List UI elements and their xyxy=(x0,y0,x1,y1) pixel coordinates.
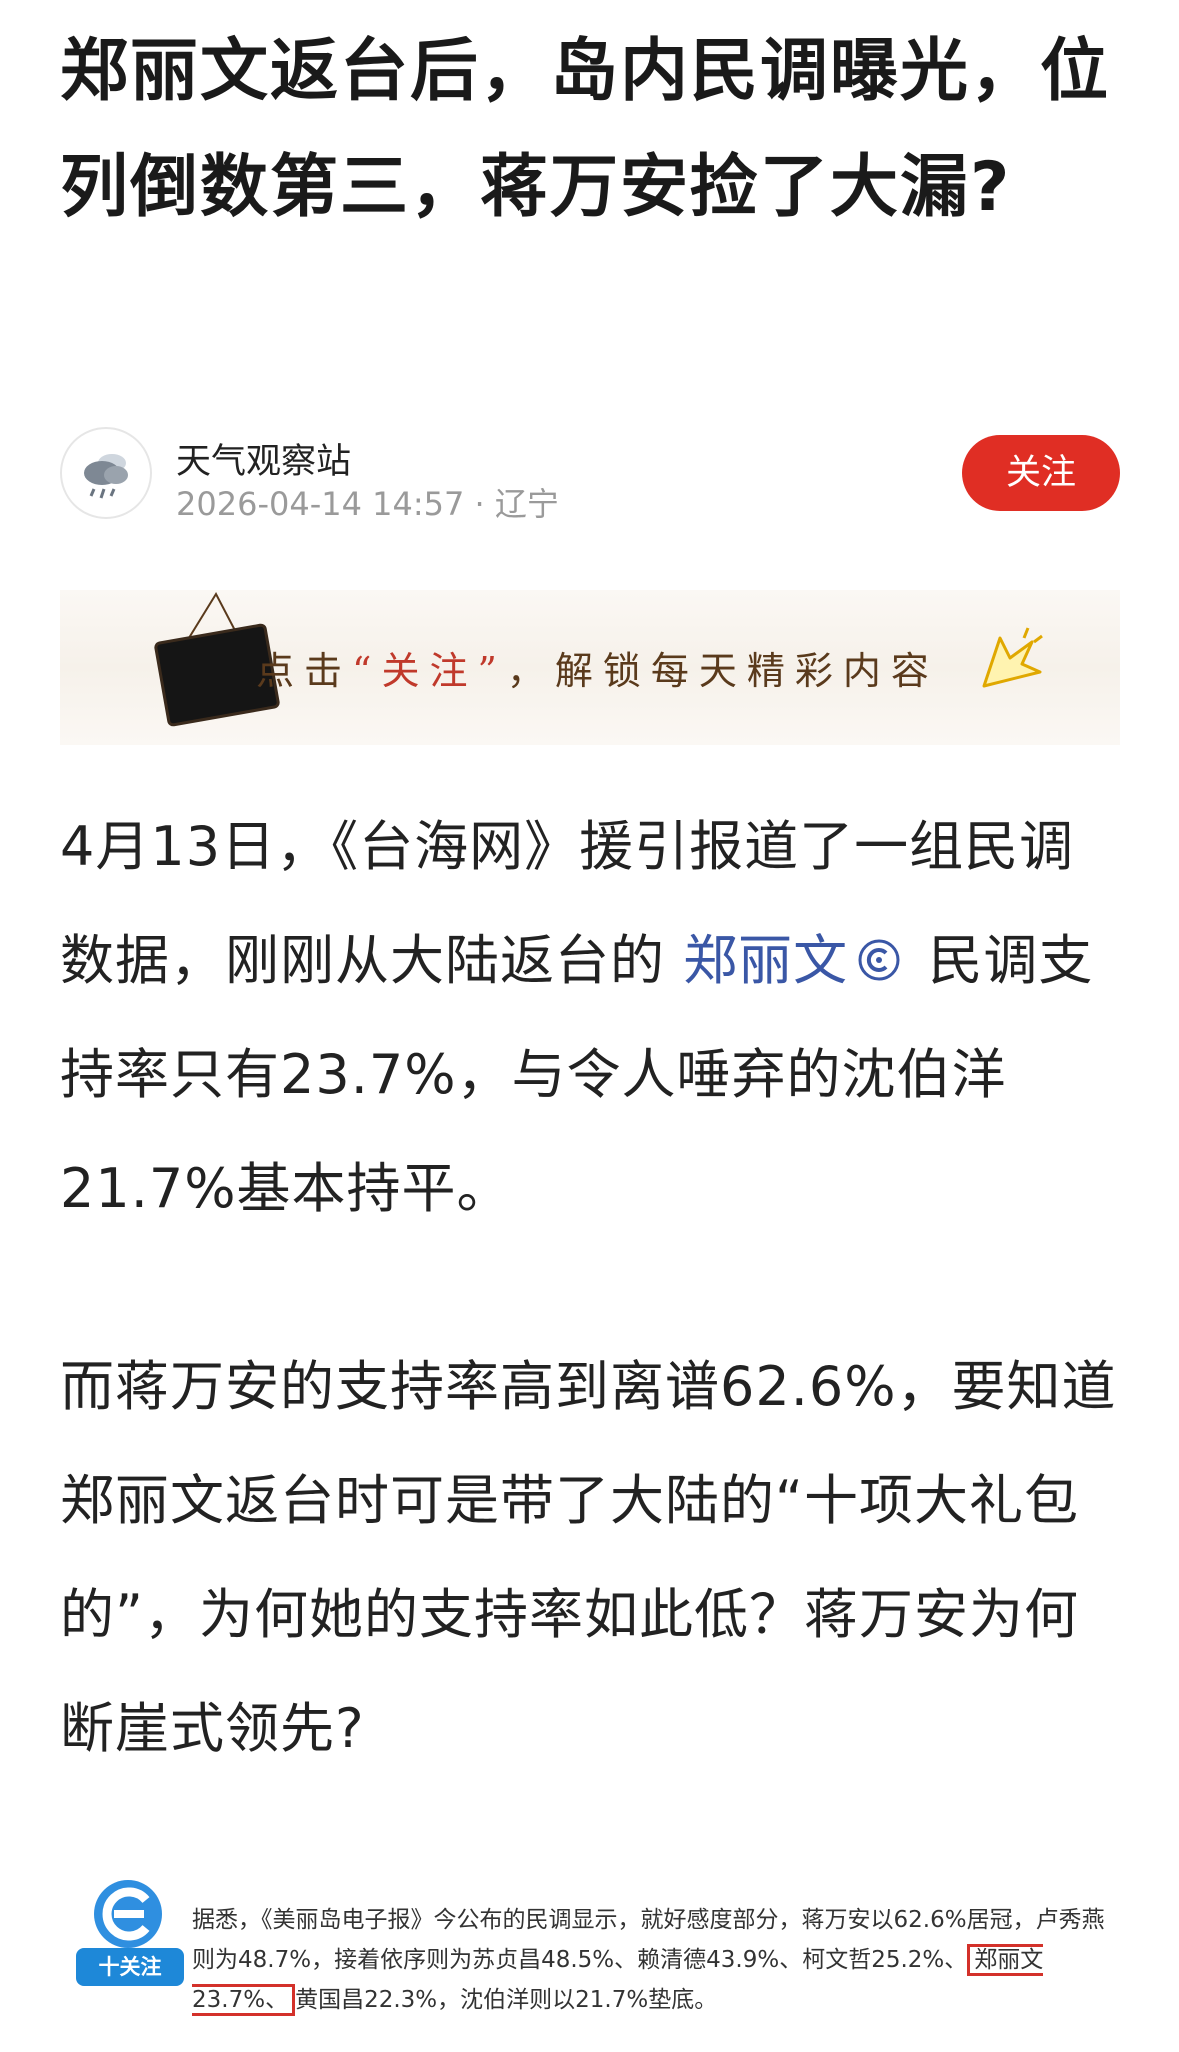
author-avatar[interactable] xyxy=(60,427,152,519)
paragraph-2: 而蒋万安的支持率高到离谱62.6%，要知道郑丽文返台时可是带了大陆的“十项大礼包… xyxy=(60,1355,1117,1760)
quote-text-end: 黄国昌22.3%，沈伯洋则以21.7%垫底。 xyxy=(295,1987,718,2013)
person-link[interactable]: 郑丽文 xyxy=(683,929,848,992)
baike-icon[interactable] xyxy=(856,937,902,983)
author-name[interactable]: 天气观察站 xyxy=(176,433,351,484)
paragraph-1: 4月13日，《台海网》援引报道了一组民调数据，刚刚从大陆返台的 郑丽文 民调支持… xyxy=(60,790,1120,1246)
banner-text-end: ，解锁每天精彩内容 xyxy=(506,649,939,693)
source-follow-button[interactable]: 十关注 xyxy=(76,1948,184,1986)
banner-text-start: 点击 xyxy=(256,649,353,693)
article-title: 郑丽文返台后，岛内民调曝光，位列倒数第三，蒋万安捡了大漏? xyxy=(60,32,1111,227)
weather-cloud-icon xyxy=(84,454,128,499)
follow-button[interactable]: 关注 xyxy=(962,435,1120,511)
post-meta: 2026-04-14 14:57 · 辽宁 xyxy=(176,479,559,525)
post-datetime: 2026-04-14 14:57 xyxy=(176,485,465,523)
pointer-cursor-icon xyxy=(982,627,1043,688)
banner-text-highlight: “关注” xyxy=(352,649,507,693)
post-location: · 辽宁 xyxy=(474,485,559,523)
author-row: 天气观察站 2026-04-14 14:57 · 辽宁 关注 xyxy=(60,425,1120,525)
follow-banner[interactable]: 点击“关注”，解锁每天精彩内容 xyxy=(60,590,1120,745)
quoted-screenshot: 十关注 据悉，《美丽岛电子报》今公布的民调显示，就好感度部分，蒋万安以62.6%… xyxy=(60,1870,1120,2052)
banner-text: 点击“关注”，解锁每天精彩内容 xyxy=(256,640,939,695)
quote-text: 据悉，《美丽岛电子报》今公布的民调显示，就好感度部分，蒋万安以62.6%居冠，卢… xyxy=(192,1900,1122,2020)
